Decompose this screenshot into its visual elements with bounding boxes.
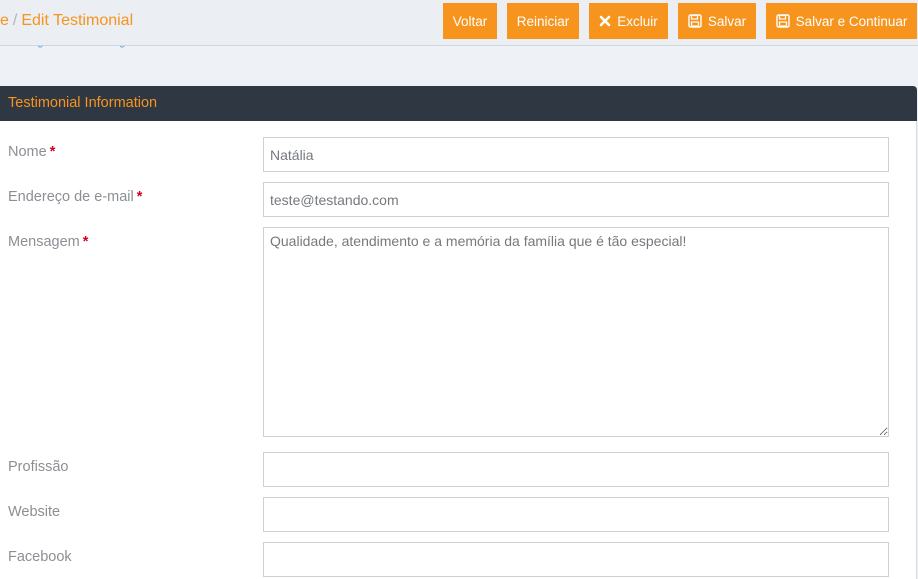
save-and-continue-button-label: Salvar e Continuar — [795, 13, 908, 29]
delete-button-label: Excluir — [617, 13, 658, 29]
email-label: Endereço de e-mail * — [8, 189, 142, 205]
profissao-label: Profissão — [8, 459, 68, 475]
email-label-text: Endereço de e-mail — [8, 189, 134, 205]
breadcrumb-separator: / — [12, 12, 18, 29]
website-label: Website — [8, 504, 60, 520]
facebook-label: Facebook — [8, 549, 72, 565]
mensagem-textarea[interactable]: Qualidade, atendimento e a memória da fa… — [263, 227, 889, 437]
profissao-field[interactable] — [263, 452, 889, 487]
save-and-continue-button[interactable]: Salvar e Continuar — [766, 3, 917, 39]
page-title: Edit Testimonial — [21, 12, 134, 29]
nome-field[interactable] — [263, 137, 889, 172]
section-title: Testimonial Information — [8, 95, 158, 111]
save-button[interactable]: Salvar — [678, 3, 756, 39]
close-icon — [599, 15, 611, 27]
delete-button[interactable]: Excluir — [589, 3, 668, 39]
mensagem-label: Mensagem * — [8, 234, 88, 250]
required-marker: * — [136, 189, 143, 205]
reset-button-label: Reiniciar — [516, 13, 570, 29]
save-button-label: Salvar — [707, 13, 747, 29]
back-button-label: Voltar — [452, 13, 488, 29]
website-field[interactable] — [263, 497, 889, 532]
facebook-field[interactable] — [263, 542, 889, 577]
edit-testimonial-page: ge to Instagram Feed Configuration and r… — [0, 0, 918, 579]
nome-label: Nome * — [8, 144, 55, 160]
breadcrumb-prev[interactable]: e — [0, 12, 9, 29]
required-marker: * — [49, 144, 56, 160]
page-header: e / Edit Testimonial Voltar Reiniciar Excl… — [0, 0, 918, 46]
section-header: Testimonial Information — [0, 86, 917, 121]
testimonial-form: Nome* Endereço de e-mail* Mensagem* Qual… — [0, 121, 917, 579]
floppy-disk-icon — [688, 14, 702, 28]
mensagem-label-text: Mensagem — [8, 234, 80, 250]
breadcrumb: e / Edit Testimonial — [0, 12, 133, 30]
nome-label-text: Nome — [8, 144, 47, 160]
floppy-disk-icon — [775, 14, 790, 28]
reset-button[interactable]: Reiniciar — [507, 3, 579, 39]
back-button[interactable]: Voltar — [443, 3, 497, 39]
required-marker: * — [82, 234, 89, 250]
facebook-label-text: Facebook — [8, 549, 72, 565]
profissao-label-text: Profissão — [8, 459, 69, 475]
email-field[interactable] — [263, 182, 889, 217]
website-label-text: Website — [8, 504, 61, 520]
